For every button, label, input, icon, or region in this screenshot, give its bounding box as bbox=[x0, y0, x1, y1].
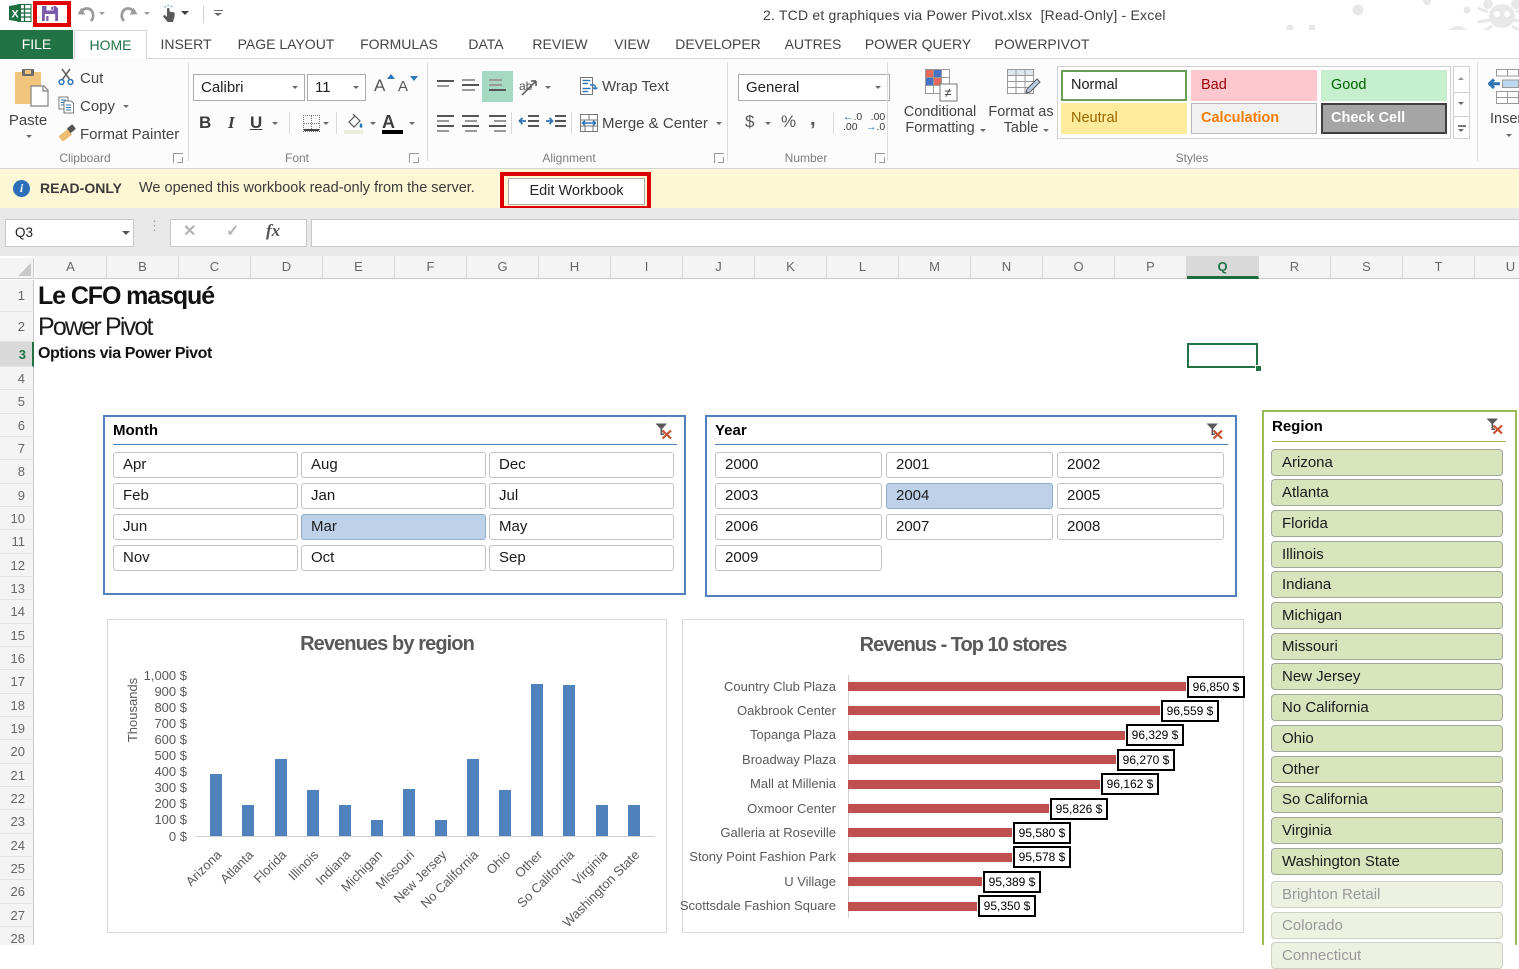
svg-text:≠: ≠ bbox=[944, 85, 951, 100]
svg-text:X: X bbox=[11, 9, 19, 21]
